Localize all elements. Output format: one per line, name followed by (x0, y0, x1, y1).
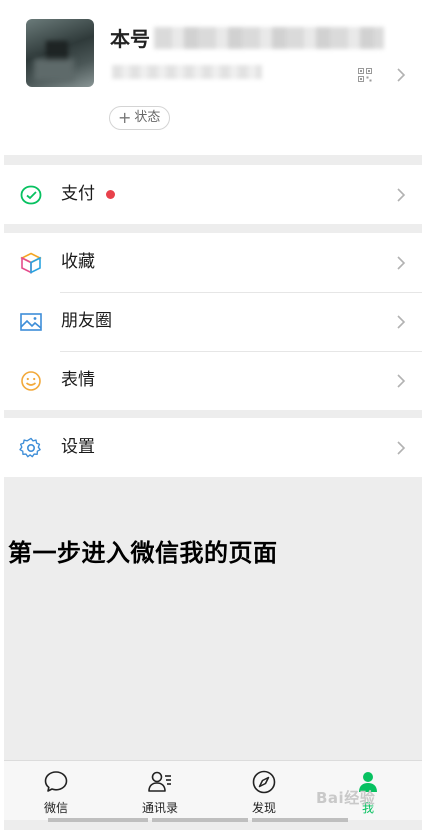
tab-label: 发现 (251, 801, 276, 815)
tab-contacts[interactable]: 通讯录 (108, 761, 212, 821)
avatar[interactable] (26, 19, 94, 87)
content-group: 收藏 朋友圈 表情 (4, 233, 422, 410)
chevron-right-icon (397, 188, 406, 202)
chevron-right-icon (397, 374, 406, 388)
nickname-redaction (154, 27, 384, 49)
pay-icon (20, 185, 42, 205)
compass-icon (252, 770, 276, 794)
add-status-button[interactable]: + 状态 (109, 106, 171, 130)
menu-item-favorites[interactable]: 收藏 (4, 233, 422, 292)
tab-label: 微信 (43, 801, 68, 815)
pay-group: 支付 (4, 165, 422, 224)
chevron-right-icon (397, 441, 406, 455)
settings-group: 设置 (4, 418, 422, 477)
tab-label: 通讯录 (141, 801, 178, 815)
chat-icon (44, 771, 68, 792)
qr-code-icon[interactable] (358, 68, 372, 82)
menu-label-favorites: 收藏 (61, 252, 95, 272)
menu-label-pay: 支付 (61, 184, 95, 204)
menu-label-settings: 设置 (61, 437, 95, 457)
tutorial-caption: 第一步进入微信我的页面 (8, 539, 278, 567)
contacts-icon (148, 771, 171, 792)
wechat-id-redaction (112, 65, 262, 79)
menu-item-settings[interactable]: 设置 (4, 418, 422, 477)
scroll-indicator (48, 818, 148, 822)
status-label: 状态 (134, 110, 161, 125)
menu-label-stickers: 表情 (61, 370, 95, 390)
chevron-right-icon (397, 256, 406, 270)
moments-image-icon (20, 313, 42, 331)
tab-discover[interactable]: 发现 (212, 761, 316, 821)
favorites-cube-icon (20, 252, 42, 274)
chevron-right-icon (397, 315, 406, 329)
menu-label-moments: 朋友圈 (61, 311, 112, 331)
menu-item-stickers[interactable]: 表情 (4, 351, 422, 410)
profile-card[interactable]: 本号 + 状态 (4, 0, 422, 155)
red-dot-badge (106, 190, 115, 199)
scroll-indicator (252, 818, 348, 822)
chevron-right-icon[interactable] (396, 67, 406, 83)
tab-chats[interactable]: 微信 (4, 761, 108, 821)
scroll-indicator (152, 818, 248, 822)
smiley-icon (21, 371, 41, 391)
gear-icon (19, 437, 41, 458)
avatar-blur (34, 59, 74, 81)
plus-icon: + (118, 108, 132, 127)
phone-screen: 本号 + 状态 支付 收藏 朋友圈 表情 设置 第一步进入微信我的页面 微信 通… (4, 0, 422, 830)
menu-item-pay[interactable]: 支付 (4, 165, 422, 224)
watermark: Bai经验 (316, 789, 376, 807)
menu-item-moments[interactable]: 朋友圈 (4, 292, 422, 351)
